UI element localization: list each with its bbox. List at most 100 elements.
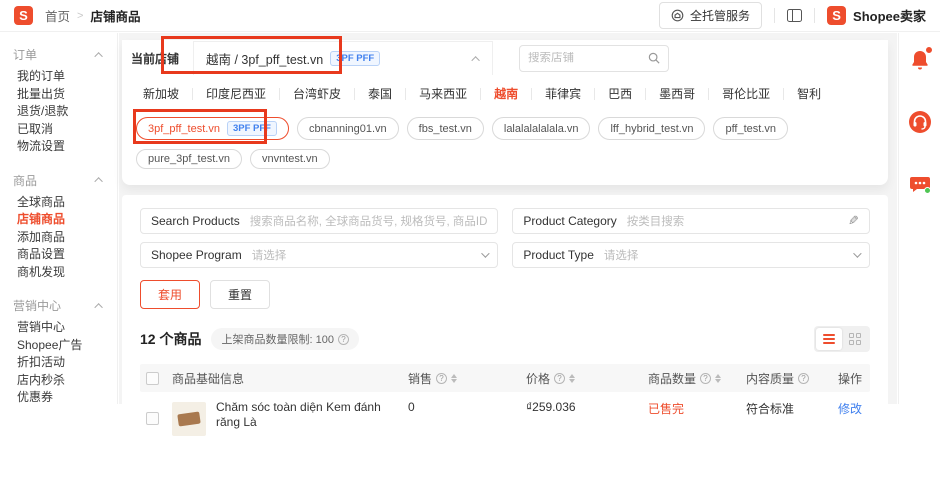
sidebar-item-my-orders[interactable]: 我的订单: [0, 68, 117, 86]
sidebar-item-voucher[interactable]: 优惠券: [0, 389, 117, 404]
shop-search-input[interactable]: [528, 52, 649, 64]
region-tab-sg[interactable]: 新加坡: [130, 85, 192, 102]
customer-service-icon[interactable]: [908, 110, 932, 134]
shopee-program-label: Shopee Program: [151, 248, 242, 262]
product-category-input[interactable]: Product Category 按类目搜索 ✎: [512, 208, 870, 234]
region-tab-my[interactable]: 马来西亚: [406, 85, 480, 102]
sales-value: 0: [408, 400, 415, 414]
sidebar-item-shop-products[interactable]: 店铺商品: [0, 211, 117, 229]
sidebar-item-product-settings[interactable]: 商品设置: [0, 246, 117, 264]
sidebar-item-logistics-settings[interactable]: 物流设置: [0, 138, 117, 156]
managed-service-button[interactable]: 全托管服务: [659, 2, 763, 29]
search-products-input[interactable]: Search Products 搜索商品名称, 全球商品货号, 规格货号, 商品…: [140, 208, 499, 234]
main-content: 当前店铺 越南 / 3pf_pff_test.vn 3PF PFF 新加坡 印度…: [119, 33, 897, 495]
sidebar-toggle-icon[interactable]: [787, 9, 803, 22]
product-filter-card: Search Products 搜索商品名称, 全球商品货号, 规格货号, 商品…: [122, 195, 888, 495]
header-divider: [774, 8, 776, 23]
sidebar-item-bulk-ship[interactable]: 批量出货: [0, 86, 117, 104]
product-name[interactable]: Chăm sóc toàn diện Kem đánh răng Là: [216, 400, 396, 436]
sort-sales-icon[interactable]: [451, 371, 458, 386]
sidebar-item-marketing-center[interactable]: 营销中心: [0, 319, 117, 337]
list-view-icon: [823, 334, 835, 344]
current-shop-value: 越南 / 3pf_pff_test.vn: [206, 53, 324, 67]
help-circle-icon[interactable]: ?: [554, 372, 566, 384]
region-tab-id[interactable]: 印度尼西亚: [193, 85, 279, 102]
apply-button[interactable]: 套用: [140, 280, 201, 309]
chevron-up-icon: [94, 177, 103, 186]
sidebar-item-shopee-ads[interactable]: Shopee广告: [0, 337, 117, 355]
row-checkbox[interactable]: [146, 412, 159, 425]
breadcrumb-home[interactable]: 首页: [45, 6, 70, 25]
shopee-logo-icon: S: [14, 6, 33, 25]
grid-view-button[interactable]: [842, 328, 868, 350]
sidebar-item-returns[interactable]: 退货/退款: [0, 103, 117, 121]
select-all-checkbox[interactable]: [146, 371, 159, 385]
sidebar-item-add-product[interactable]: 添加商品: [0, 229, 117, 247]
region-tab-mx[interactable]: 墨西哥: [646, 85, 708, 102]
region-tab-cl[interactable]: 智利: [784, 85, 834, 102]
webchat-icon[interactable]: [908, 172, 932, 196]
chevron-up-icon: [94, 302, 103, 312]
shop-select-dropdown[interactable]: 越南 / 3pf_pff_test.vn 3PF PFF: [193, 41, 494, 75]
region-tab-tw[interactable]: 台湾虾皮: [280, 85, 354, 102]
search-products-label: Search Products: [151, 214, 240, 228]
region-tab-br[interactable]: 巴西: [595, 85, 645, 102]
sort-price-icon[interactable]: [569, 371, 576, 386]
product-table: 商品基础信息 销售 ? 价格 ? 商品数量 ? 内容质量 ? 操作 Chăm s…: [140, 364, 870, 436]
chevron-up-icon: [94, 51, 103, 61]
sidebar-item-cancelled[interactable]: 已取消: [0, 121, 117, 139]
listing-limit-text: 上架商品数量限制: 100: [221, 334, 334, 346]
sidebar-item-global-products[interactable]: 全球商品: [0, 194, 117, 212]
shopee-logo-icon: S: [827, 6, 847, 25]
sort-quantity-icon[interactable]: [715, 371, 722, 386]
region-tab-ph[interactable]: 菲律宾: [532, 85, 594, 102]
product-type-label: Product Type: [523, 248, 594, 262]
shop-pill[interactable]: cbnanning01.vn: [296, 117, 399, 140]
sidebar-section-marketing[interactable]: 营销中心: [0, 297, 117, 314]
shop-pill[interactable]: pff_test.vn: [713, 117, 789, 140]
shop-name: 3pf_pff_test.vn: [148, 122, 220, 135]
product-category-placeholder: 按类目搜索: [626, 216, 685, 228]
shopee-program-placeholder: 请选择: [251, 250, 287, 262]
notification-bell-icon[interactable]: [908, 46, 933, 72]
reset-button[interactable]: 重置: [210, 280, 271, 309]
shop-pill[interactable]: lff_hybrid_test.vn: [598, 117, 706, 140]
edit-pencil-icon[interactable]: ✎: [848, 213, 859, 229]
listing-limit-badge: 上架商品数量限制: 100 ?: [211, 328, 359, 350]
help-circle-icon[interactable]: ?: [700, 372, 712, 384]
region-tab-th[interactable]: 泰国: [355, 85, 405, 102]
product-type-select[interactable]: Product Type 请选择: [512, 242, 870, 268]
shop-selector-panel: 当前店铺 越南 / 3pf_pff_test.vn 3PF PFF 新加坡 印度…: [122, 40, 888, 185]
region-tab-vn[interactable]: 越南: [481, 85, 531, 102]
sidebar-item-flash-sale[interactable]: 店内秒杀: [0, 372, 117, 390]
grid-view-icon: [849, 333, 861, 345]
shop-pill-active[interactable]: 3pf_pff_test.vn 3PF PFF: [136, 117, 289, 140]
product-type-placeholder: 请选择: [603, 250, 639, 262]
help-circle-icon[interactable]: ?: [798, 372, 810, 384]
notification-badge: [924, 46, 933, 54]
quantity-status: 已售完: [648, 402, 685, 416]
search-icon: [648, 52, 660, 64]
program-badge: 3PF PFF: [226, 121, 277, 136]
top-header: S 首页 > 店铺商品 全托管服务 S Shopee卖家: [0, 0, 940, 32]
shop-pill[interactable]: pure_3pf_test.vn: [136, 149, 242, 169]
sidebar-section-orders[interactable]: 订单: [0, 46, 117, 63]
list-view-button[interactable]: [816, 328, 842, 350]
sidebar-item-opportunity[interactable]: 商机发现: [0, 264, 117, 282]
sidebar-section-products[interactable]: 商品: [0, 172, 117, 189]
shop-pill[interactable]: vnvntest.vn: [249, 149, 330, 169]
help-circle-icon[interactable]: ?: [337, 333, 349, 345]
sidebar-item-discount[interactable]: 折扣活动: [0, 354, 117, 372]
col-sales: 销售 ?: [408, 370, 526, 387]
shop-pill[interactable]: fbs_test.vn: [406, 117, 484, 140]
edit-link[interactable]: 修改: [838, 400, 864, 417]
col-quantity: 商品数量 ?: [648, 370, 746, 387]
shopee-program-select[interactable]: Shopee Program 请选择: [140, 242, 499, 268]
col-product-info: 商品基础信息: [172, 371, 245, 386]
price-value: ₫259.036: [526, 400, 576, 414]
col-action: 操作: [838, 371, 863, 386]
shop-pill[interactable]: lalalalalalala.vn: [491, 117, 591, 140]
content-quality-value: 符合标准: [746, 402, 795, 416]
region-tab-co[interactable]: 哥伦比亚: [709, 85, 783, 102]
help-circle-icon[interactable]: ?: [436, 372, 448, 384]
